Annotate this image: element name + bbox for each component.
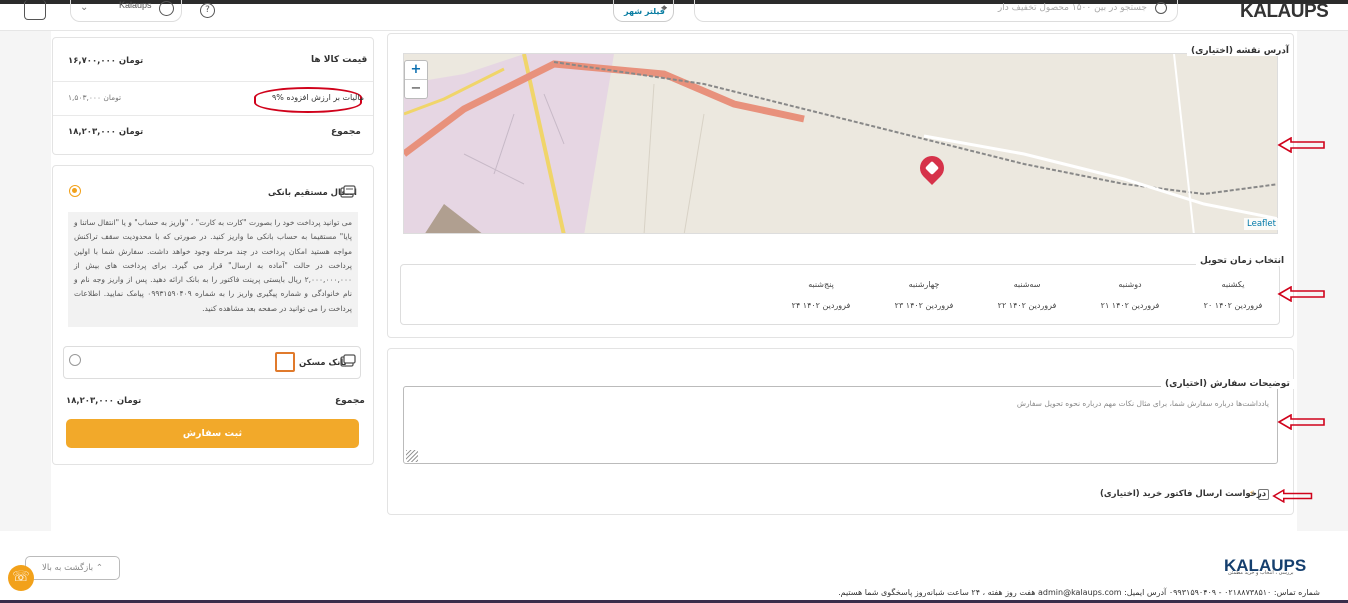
- delivery-day-option[interactable]: پنج‌شنبه ۲۴ فروردین ۱۴۰۲: [776, 280, 866, 310]
- invoice-request-label: درخواست ارسال فاکتور خرید (اختیاری): [1100, 489, 1267, 499]
- back-to-top-button[interactable]: بازگشت به بالا ⌃: [25, 556, 120, 580]
- city-filter-button[interactable]: فیلتر شهر ⌖: [613, 0, 674, 22]
- bank-maskan-logo: [275, 352, 295, 372]
- bank-maskan-radio[interactable]: [69, 354, 81, 366]
- goods-price-label: قیمت کالا ها: [311, 55, 368, 65]
- bank-maskan-icon: [340, 354, 356, 367]
- order-notes-textarea[interactable]: یادداشت‌ها درباره سفارش شما، برای مثال ن…: [403, 386, 1278, 464]
- leaflet-attribution[interactable]: Leaflet: [1244, 218, 1279, 230]
- bank-transfer-icon: [340, 185, 356, 198]
- footer-tagline: بررسی ، انتخاب و خرید مطمئن: [1228, 570, 1294, 576]
- search-placeholder: جستجو در بین ۱۵۰۰ محصول تخفیف دار: [997, 3, 1147, 13]
- goods-price-value: ۱۶,۷۰۰,۰۰۰ تومان: [68, 56, 144, 66]
- payment-total-value: ۱۸,۲۰۳,۰۰۰ تومان: [66, 396, 142, 406]
- annotation-arrow-icon: [1277, 414, 1325, 430]
- delivery-day-option[interactable]: چهارشنبه ۲۳ فروردین ۱۴۰۲: [879, 280, 969, 310]
- chevron-up-icon: ⌃: [95, 563, 103, 573]
- map-address-label: آدرس نقشه (اختیاری): [1187, 46, 1293, 56]
- address-map[interactable]: [403, 53, 1278, 234]
- search-icon: [1155, 2, 1167, 14]
- delivery-time-title: انتخاب زمان تحویل: [1196, 256, 1289, 266]
- site-logo[interactable]: KALAUPS: [1240, 1, 1329, 23]
- map-zoom-control: + −: [404, 60, 428, 99]
- divider: [53, 115, 373, 116]
- bank-transfer-radio[interactable]: [69, 185, 81, 197]
- delivery-day-option[interactable]: سه‌شنبه ۲۲ فروردین ۱۴۰۲: [982, 280, 1072, 310]
- vat-value: ۱,۵۰۳,۰۰۰ تومان: [68, 93, 122, 102]
- user-menu[interactable]: ⌄ Kalaups: [70, 0, 182, 22]
- support-chat-icon[interactable]: ☏: [8, 565, 34, 591]
- vat-label: ۹% مالیات بر ارزش افزوده: [272, 93, 365, 102]
- zoom-out-button[interactable]: −: [405, 80, 427, 99]
- cart-icon[interactable]: [24, 0, 46, 20]
- help-icon[interactable]: ?: [200, 3, 215, 18]
- chevron-down-icon: ⌄: [80, 2, 89, 13]
- divider: [53, 81, 373, 82]
- delivery-day-option[interactable]: یکشنبه ۲۰ فروردین ۱۴۰۲: [1188, 280, 1278, 310]
- user-icon: [159, 1, 174, 16]
- search-input[interactable]: جستجو در بین ۱۵۰۰ محصول تخفیف دار: [694, 0, 1178, 22]
- resize-grip-icon[interactable]: [406, 450, 418, 462]
- annotation-arrow-icon: [1272, 489, 1313, 503]
- annotation-arrow-icon: [1277, 137, 1325, 153]
- payment-total-label: مجموع: [335, 396, 365, 406]
- user-name: Kalaups: [119, 0, 152, 10]
- map-tiles: [404, 54, 1277, 233]
- delivery-day-option[interactable]: دوشنبه ۲۱ فروردین ۱۴۰۲: [1085, 280, 1175, 310]
- total-label: مجموع: [331, 127, 361, 137]
- total-value: ۱۸,۲۰۳,۰۰۰ تومان: [68, 127, 144, 137]
- location-pin-icon: ⌖: [661, 3, 667, 14]
- zoom-in-button[interactable]: +: [405, 61, 427, 80]
- footer-contact-info: شماره تماس: ۰۲۱۸۸۷۳۸۵۱۰ - ۰۹۹۳۱۵۹۰۴۰۹ آد…: [838, 588, 1320, 597]
- submit-order-button[interactable]: ثبت سفارش: [66, 419, 359, 448]
- city-filter-label: فیلتر شهر: [624, 7, 665, 16]
- site-header: ⌄ Kalaups ? فیلتر شهر ⌖ جستجو در بین ۱۵۰…: [0, 0, 1348, 31]
- order-notes-title: توضیحات سفارش (اختیاری): [1161, 379, 1294, 389]
- annotation-arrow-icon: [1277, 286, 1325, 302]
- bank-transfer-description: می توانید پرداخت خود را بصورت "کارت به ک…: [68, 212, 358, 327]
